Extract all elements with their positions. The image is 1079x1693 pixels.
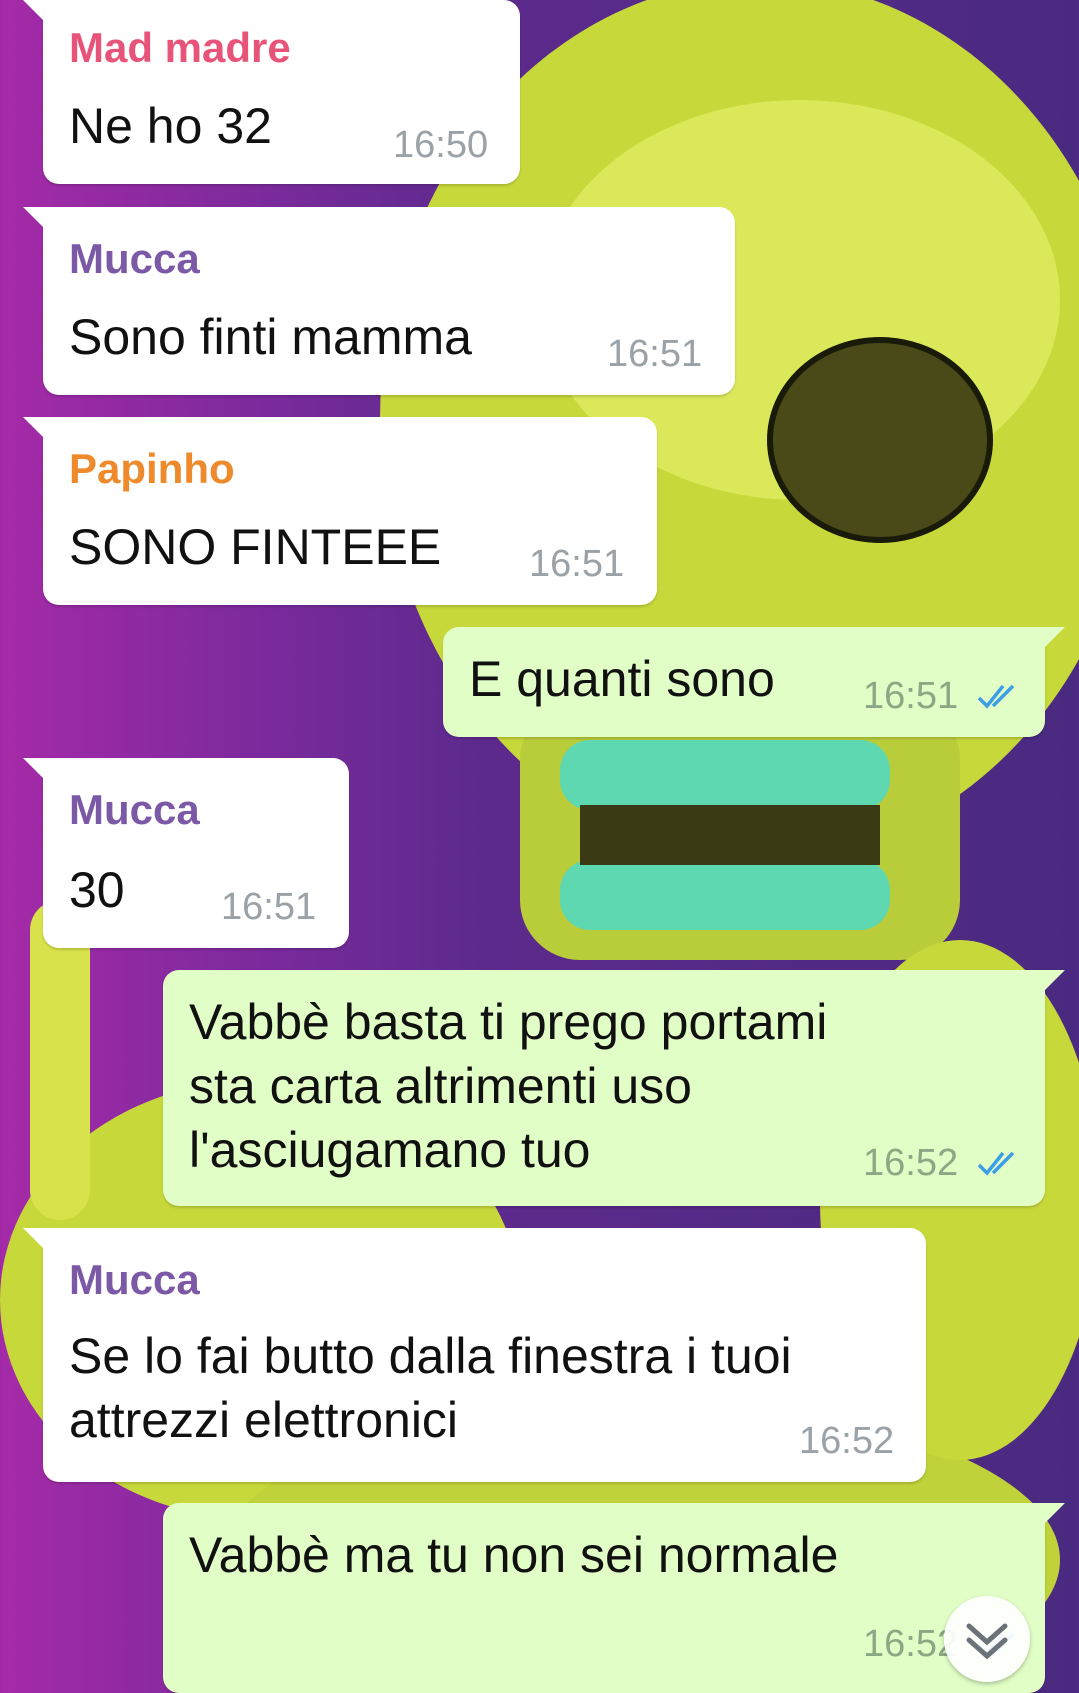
- sender-name[interactable]: Papinho: [69, 445, 235, 493]
- message-text: Se lo fai butto dalla finestra i tuoi at…: [69, 1328, 792, 1448]
- message-time: 16:51: [607, 333, 703, 375]
- message-text: Ne ho 32: [69, 98, 272, 154]
- message-time: 16:52: [863, 1142, 959, 1184]
- message-bubble-incoming[interactable]: Papinho SONO FINTEEE 16:51: [23, 417, 657, 605]
- message-text: Vabbè basta ti prego portami sta carta a…: [189, 994, 828, 1178]
- message-time: 16:51: [221, 886, 317, 928]
- message-bubble-incoming[interactable]: Mad madre Ne ho 32 16:50: [23, 0, 520, 184]
- message-bubble-outgoing[interactable]: Vabbè ma tu non sei normale 16:52: [163, 1503, 1065, 1693]
- message-text: 30: [69, 862, 125, 918]
- message-time: 16:51: [529, 543, 625, 585]
- message-bubble-outgoing[interactable]: E quanti sono 16:51: [443, 627, 1065, 737]
- scroll-to-bottom-button[interactable]: [944, 1596, 1030, 1682]
- sender-name[interactable]: Mucca: [69, 235, 200, 283]
- message-time: 16:50: [393, 124, 489, 166]
- chevron-double-down-icon: [966, 1623, 1008, 1660]
- message-text: E quanti sono: [469, 651, 775, 707]
- read-double-check-icon: [977, 1151, 1015, 1176]
- message-bubble-incoming[interactable]: Mucca Sono finti mamma 16:51: [23, 207, 735, 395]
- message-bubble-outgoing[interactable]: Vabbè basta ti prego portami sta carta a…: [163, 970, 1065, 1206]
- message-time: 16:51: [863, 675, 959, 717]
- message-text: SONO FINTEEE: [69, 519, 442, 575]
- message-bubble-incoming[interactable]: Mucca Se lo fai butto dalla finestra i t…: [23, 1228, 926, 1482]
- read-double-check-icon: [977, 684, 1015, 709]
- sender-name[interactable]: Mucca: [69, 1256, 200, 1304]
- sender-name[interactable]: Mucca: [69, 786, 200, 834]
- message-time: 16:52: [799, 1420, 895, 1462]
- message-text: Vabbè ma tu non sei normale: [189, 1527, 839, 1583]
- sender-name[interactable]: Mad madre: [69, 24, 291, 72]
- message-text: Sono finti mamma: [69, 309, 472, 365]
- message-bubble-incoming[interactable]: Mucca 30 16:51: [23, 758, 349, 948]
